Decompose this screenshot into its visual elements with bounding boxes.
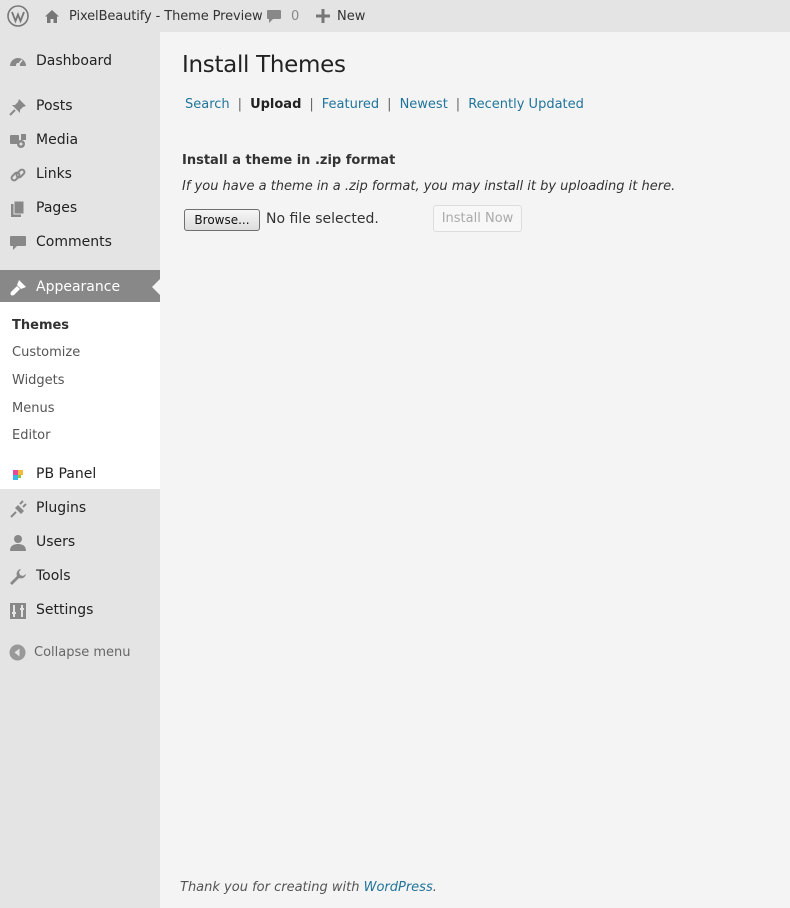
comments-count: 0 — [291, 8, 300, 24]
sidebar-item-label: Links — [36, 166, 72, 182]
comment-icon — [9, 234, 27, 252]
footer-period: . — [432, 880, 437, 895]
sidebar-item-label: Settings — [36, 602, 94, 618]
wrench-icon — [9, 568, 27, 586]
upload-description: If you have a theme in a .zip format, yo… — [182, 179, 676, 194]
sidebar-item-settings[interactable]: Settings — [0, 593, 160, 627]
sidebar-item-tools[interactable]: Tools — [0, 559, 160, 593]
file-status: No file selected. — [266, 211, 379, 227]
sidebar-item-comments[interactable]: Comments — [0, 225, 160, 259]
subnav-newest[interactable]: Newest — [400, 97, 448, 112]
sidebar-item-links[interactable]: Links — [0, 157, 160, 191]
main-content: Install Themes Search | Upload | Feature… — [160, 32, 790, 908]
sidebar-item-label: Comments — [36, 234, 112, 250]
site-name-label: PixelBeautify - Theme Preview — [69, 8, 263, 24]
subnav-upload[interactable]: Upload — [250, 97, 301, 112]
admin-bar: PixelBeautify - Theme Preview 0 New — [0, 0, 790, 32]
collapse-menu-label: Collapse menu — [34, 645, 131, 660]
sidebar-item-plugins[interactable]: Plugins — [0, 491, 160, 525]
subnav-separator: | — [387, 97, 392, 112]
sidebar-item-label: Appearance — [36, 279, 121, 295]
sidebar-item-label: Users — [36, 534, 76, 550]
user-icon — [9, 534, 27, 552]
pages-icon — [9, 200, 27, 218]
wordpress-logo-icon[interactable] — [7, 0, 29, 32]
page-title: Install Themes — [182, 52, 346, 78]
paintbrush-icon — [9, 279, 27, 297]
sidebar-item-label: Plugins — [36, 500, 87, 516]
new-label: New — [337, 8, 366, 24]
current-menu-arrow — [152, 279, 160, 295]
sidebar-item-pb-panel[interactable]: PB Panel — [0, 457, 160, 491]
submenu-item-customize[interactable]: Customize — [12, 345, 80, 360]
media-icon — [9, 132, 27, 150]
comments-link[interactable]: 0 — [266, 0, 299, 32]
subnav-recently-updated[interactable]: Recently Updated — [468, 97, 584, 112]
subnav-search[interactable]: Search — [185, 97, 230, 112]
pb-panel-icon — [9, 466, 27, 484]
install-now-button[interactable]: Install Now — [433, 205, 522, 232]
comment-bubble-icon — [267, 9, 281, 23]
dashboard-icon — [9, 53, 27, 71]
sidebar-item-label: Dashboard — [36, 53, 112, 69]
browse-button[interactable]: Browse... — [184, 209, 260, 231]
footer-wordpress-link[interactable]: WordPress — [364, 880, 433, 895]
sidebar-item-posts[interactable]: Posts — [0, 89, 160, 123]
theme-install-subnav: Search | Upload | Featured | Newest | Re… — [185, 97, 584, 112]
sidebar-item-users[interactable]: Users — [0, 525, 160, 559]
plus-icon — [316, 9, 330, 23]
site-name-link[interactable]: PixelBeautify - Theme Preview — [44, 0, 263, 32]
sidebar-item-label: Posts — [36, 98, 73, 114]
sidebar-item-media[interactable]: Media — [0, 123, 160, 157]
subnav-separator: | — [455, 97, 461, 112]
sidebar-item-label: Media — [36, 132, 79, 148]
submenu-item-themes[interactable]: Themes — [12, 318, 69, 333]
subnav-separator: | — [309, 97, 314, 112]
submenu-item-editor[interactable]: Editor — [12, 428, 50, 443]
subnav-featured[interactable]: Featured — [322, 97, 379, 112]
sidebar-item-dashboard[interactable]: Dashboard — [0, 44, 160, 78]
subnav-separator: | — [237, 97, 243, 112]
pushpin-icon — [9, 98, 27, 116]
link-icon — [9, 166, 27, 184]
sidebar-item-label: Tools — [36, 568, 71, 584]
collapse-arrow-icon — [9, 644, 26, 661]
submenu-item-widgets[interactable]: Widgets — [12, 373, 65, 388]
admin-sidebar: Dashboard Posts Media Links Pages Commen… — [0, 32, 160, 908]
home-icon — [45, 9, 59, 23]
sidebar-item-label: PB Panel — [36, 466, 97, 482]
sidebar-item-appearance[interactable]: Appearance — [0, 270, 160, 304]
plugin-icon — [9, 500, 27, 518]
footer-thankyou: Thank you for creating with WordPress. — [180, 880, 437, 895]
sidebar-item-pages[interactable]: Pages — [0, 191, 160, 225]
footer-text: Thank you for creating with — [180, 880, 360, 895]
new-content-link[interactable]: New — [316, 0, 365, 32]
upload-section-title: Install a theme in .zip format — [182, 153, 396, 168]
settings-icon — [9, 602, 27, 620]
submenu-item-menus[interactable]: Menus — [12, 401, 54, 416]
sidebar-item-label: Pages — [36, 200, 78, 216]
collapse-menu-button[interactable]: Collapse menu — [9, 644, 131, 661]
